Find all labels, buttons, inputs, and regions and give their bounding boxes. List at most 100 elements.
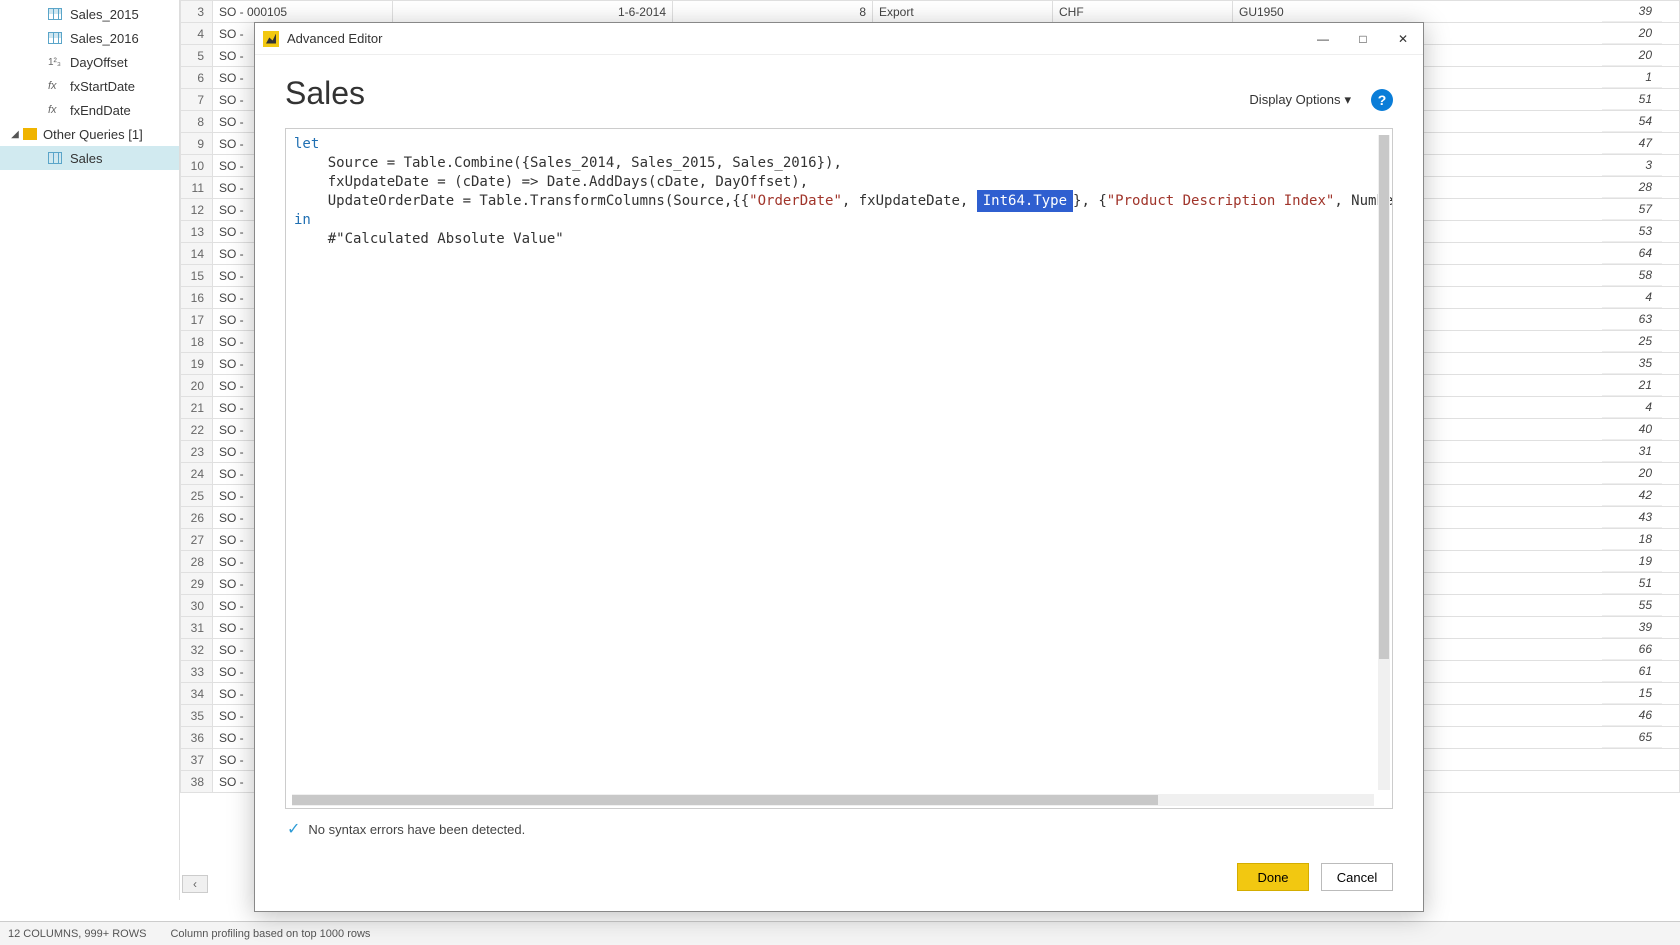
cell-value: 61 (1602, 660, 1662, 682)
row-number: 31 (181, 617, 213, 639)
cell-value: 20 (1602, 44, 1662, 66)
cell-value: 19 (1602, 550, 1662, 572)
row-number: 32 (181, 639, 213, 661)
cell: 1-6-2014 (393, 1, 673, 23)
row-number: 19 (181, 353, 213, 375)
maximize-button[interactable]: □ (1343, 23, 1383, 55)
row-number: 4 (181, 23, 213, 45)
cell-value: 4 (1602, 286, 1662, 308)
query-item-fxenddate[interactable]: fxfxEndDate (0, 98, 179, 122)
cell-value: 57 (1602, 198, 1662, 220)
row-number: 23 (181, 441, 213, 463)
row-number: 24 (181, 463, 213, 485)
display-options-label: Display Options (1249, 92, 1340, 107)
row-number: 25 (181, 485, 213, 507)
minimize-button[interactable]: ― (1303, 23, 1343, 55)
row-number: 18 (181, 331, 213, 353)
code-string: "Product Description Index" (1107, 193, 1335, 209)
cell-value: 35 (1602, 352, 1662, 374)
code-string: "OrderDate" (749, 193, 842, 209)
status-bar: 12 COLUMNS, 999+ ROWS Column profiling b… (0, 921, 1680, 945)
code-editor[interactable]: let Source = Table.Combine({Sales_2014, … (285, 128, 1393, 809)
query-item-dayoffset[interactable]: 1²₃ DayOffset (0, 50, 179, 74)
row-number: 35 (181, 705, 213, 727)
chevron-down-icon: ▾ (1344, 92, 1351, 108)
cell-value: 58 (1602, 264, 1662, 286)
query-item-sales-2016[interactable]: Sales_2016 (0, 26, 179, 50)
cell-value: 20 (1602, 22, 1662, 44)
horizontal-scrollbar[interactable] (292, 794, 1374, 806)
cell-value: 40 (1602, 418, 1662, 440)
cell-value: 20 (1602, 462, 1662, 484)
cell-value: 43 (1602, 506, 1662, 528)
function-icon: fx (48, 80, 62, 92)
query-group-other[interactable]: ◢ Other Queries [1] (0, 122, 179, 146)
cell-value: 54 (1602, 110, 1662, 132)
cell-value: 51 (1602, 572, 1662, 594)
queries-panel: Sales_2015 Sales_2016 1²₃ DayOffset fxfxS… (0, 0, 180, 900)
cell-value: 64 (1602, 242, 1662, 264)
keyword-in: in (294, 212, 311, 228)
row-number: 28 (181, 551, 213, 573)
row-number: 16 (181, 287, 213, 309)
code-line: #"Calculated Absolute Value" (294, 231, 564, 247)
cell-value: 15 (1602, 682, 1662, 704)
row-number: 9 (181, 133, 213, 155)
right-column-values: 3920201515447328575364584632535214403120… (1602, 0, 1662, 748)
row-number: 5 (181, 45, 213, 67)
cell-value: 18 (1602, 528, 1662, 550)
dialog-title: Advanced Editor (287, 31, 1303, 46)
row-number: 20 (181, 375, 213, 397)
keyword-let: let (294, 136, 319, 152)
cell-value: 66 (1602, 638, 1662, 660)
cell-value: 42 (1602, 484, 1662, 506)
query-label: fxStartDate (70, 79, 135, 94)
group-label: Other Queries [1] (43, 127, 143, 142)
cell-value: 53 (1602, 220, 1662, 242)
row-number: 12 (181, 199, 213, 221)
code-line: , fxUpdateDate, (842, 193, 977, 209)
row-number: 26 (181, 507, 213, 529)
query-item-fxstartdate[interactable]: fx fxStartDate (0, 74, 179, 98)
cancel-button[interactable]: Cancel (1321, 863, 1393, 891)
query-item-sales[interactable]: Sales (0, 146, 179, 170)
done-button[interactable]: Done (1237, 863, 1309, 891)
row-number: 29 (181, 573, 213, 595)
cell: 8 (673, 1, 873, 23)
cell: CHF (1053, 1, 1233, 23)
row-number: 21 (181, 397, 213, 419)
cell-value: 51 (1602, 88, 1662, 110)
collapse-icon: ◢ (10, 129, 20, 140)
query-item-sales-2015[interactable]: Sales_2015 (0, 2, 179, 26)
cell-value: 39 (1602, 616, 1662, 638)
close-button[interactable]: ✕ (1383, 23, 1423, 55)
cell-value: 28 (1602, 176, 1662, 198)
row-number: 37 (181, 749, 213, 771)
cell-value: 1 (1602, 66, 1662, 88)
help-button[interactable]: ? (1371, 89, 1393, 111)
cell-value: 55 (1602, 594, 1662, 616)
dialog-titlebar[interactable]: Advanced Editor ― □ ✕ (255, 23, 1423, 55)
vertical-scrollbar[interactable] (1378, 135, 1390, 790)
advanced-editor-dialog: Advanced Editor ― □ ✕ Sales Display Opti… (254, 22, 1424, 912)
cell-value: 21 (1602, 374, 1662, 396)
number-icon: 1²₃ (48, 57, 62, 68)
scroll-thumb[interactable] (292, 795, 1158, 805)
scroll-left-button[interactable]: ‹ (182, 875, 208, 893)
row-number: 8 (181, 111, 213, 133)
query-label: Sales_2015 (70, 7, 139, 22)
table-row[interactable]: 3 SO - 000105 1-6-2014 8 Export CHF GU19… (181, 1, 1680, 23)
table-icon (48, 152, 62, 164)
scroll-thumb[interactable] (1379, 135, 1389, 659)
display-options-dropdown[interactable]: Display Options ▾ (1249, 92, 1351, 108)
syntax-message: No syntax errors have been detected. (308, 822, 525, 837)
check-icon: ✓ (287, 819, 300, 839)
query-label: DayOffset (70, 55, 128, 70)
row-number: 7 (181, 89, 213, 111)
cell-value: 46 (1602, 704, 1662, 726)
status-profiling: Column profiling based on top 1000 rows (170, 928, 370, 940)
row-number: 15 (181, 265, 213, 287)
code-selection: Int64.Type (981, 192, 1069, 210)
query-label: fxEndDate (70, 103, 131, 118)
row-number: 27 (181, 529, 213, 551)
